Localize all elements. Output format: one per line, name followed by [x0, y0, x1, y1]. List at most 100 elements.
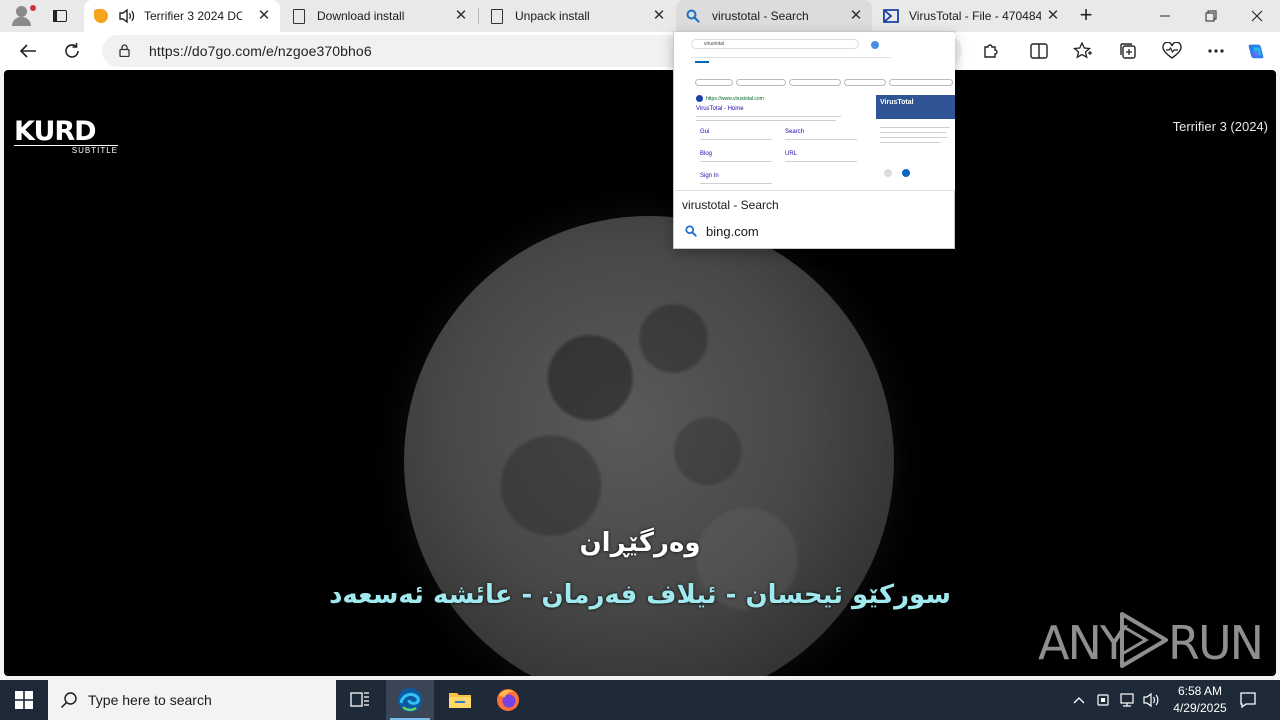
- thumb-text-line: [700, 139, 772, 140]
- restore-button[interactable]: [1188, 0, 1234, 32]
- thumb-text-line: [785, 139, 857, 140]
- tab-download-install[interactable]: Download install ✕: [281, 0, 477, 32]
- thumb-result-favicon: [696, 95, 703, 102]
- virustotal-icon: [883, 9, 899, 23]
- thumb-copilot-icon: [871, 41, 879, 49]
- minimize-button[interactable]: [1142, 0, 1188, 32]
- new-tab-button[interactable]: +: [1076, 4, 1096, 26]
- windows-logo-icon: [15, 691, 33, 709]
- thumb-text-line: [700, 161, 772, 162]
- preview-thumbnail: virustotal https://www.virustotal.com Vi…: [675, 33, 955, 191]
- extensions-button[interactable]: [981, 41, 1001, 61]
- video-player[interactable]: KURD SUBTITLE Terrifier 3 (2024) وەرگێڕا…: [4, 70, 1276, 676]
- navigation-bar: https://do7go.com/e/nzgoe370bho6: [0, 32, 1280, 70]
- thumb-sublink: Sign In: [700, 173, 719, 179]
- task-view-button[interactable]: [336, 680, 384, 720]
- heart-pulse-icon: [1162, 42, 1182, 59]
- taskbar-search-placeholder: Type here to search: [88, 692, 212, 708]
- thumb-text-line: [696, 116, 841, 117]
- taskbar-clock[interactable]: 6:58 AM 4/29/2025: [1160, 683, 1240, 717]
- watermark-run: RUN: [1168, 616, 1264, 670]
- tab-actions-icon[interactable]: [50, 6, 70, 26]
- preview-domain: bing.com: [706, 224, 759, 239]
- thumb-chip: [844, 79, 886, 86]
- thumb-text-line: [785, 161, 857, 162]
- taskbar-firefox-button[interactable]: [484, 680, 532, 720]
- thumb-active-tab: [695, 61, 709, 63]
- refresh-icon: [65, 43, 79, 58]
- browser-essentials-button[interactable]: [1162, 41, 1182, 61]
- thumb-result-title: VirusTotal - Home: [696, 106, 744, 112]
- back-button[interactable]: [16, 39, 40, 63]
- more-dots-icon: [1208, 49, 1224, 53]
- tray-network-button[interactable]: [1116, 680, 1138, 720]
- thumb-text-line: [696, 120, 836, 121]
- tab-title: Unpack install: [515, 9, 590, 23]
- watermark-any: ANY: [1038, 616, 1128, 670]
- profile-avatar-icon[interactable]: [8, 4, 36, 28]
- back-arrow-icon: [19, 44, 36, 58]
- tab-unpack-install[interactable]: Unpack install ✕: [479, 0, 675, 32]
- url-text[interactable]: https://do7go.com/e/nzgoe370bho6: [149, 43, 372, 59]
- tab-close-icon[interactable]: ✕: [256, 8, 272, 24]
- tab-strip: Terrifier 3 2024 DCP ✕ Download install …: [0, 0, 1280, 32]
- thumb-sublink: Blog: [700, 151, 713, 157]
- tab-title: virustotal - Search: [712, 9, 809, 23]
- tray-device-button[interactable]: [1092, 680, 1114, 720]
- restore-icon: [1205, 10, 1217, 22]
- tab-close-icon[interactable]: ✕: [453, 8, 469, 24]
- speaker-icon[interactable]: [118, 8, 136, 24]
- taskbar: Type here to search 6:58 AM 4/29/2025: [0, 680, 1280, 720]
- split-screen-icon: [1030, 43, 1048, 59]
- split-screen-button[interactable]: [1029, 41, 1049, 61]
- thumb-side-header: VirusTotal: [876, 95, 955, 119]
- thumb-sublink: Gui: [700, 129, 710, 135]
- tab-virustotal-file[interactable]: VirusTotal - File - 4704840 ✕: [873, 0, 1069, 32]
- puzzle-icon: [984, 44, 998, 58]
- clock-time: 6:58 AM: [1177, 684, 1223, 698]
- start-button[interactable]: [0, 680, 48, 720]
- tab-terrifier[interactable]: Terrifier 3 2024 DCP ✕: [84, 0, 280, 32]
- tab-title: VirusTotal - File - 4704840: [909, 9, 1041, 23]
- orange-tag-icon: [94, 9, 108, 23]
- thumb-text-line: [700, 183, 772, 184]
- thumb-sublink: URL: [785, 151, 798, 157]
- collections-button[interactable]: [1118, 41, 1138, 61]
- taskbar-file-explorer-button[interactable]: [436, 680, 484, 720]
- search-icon: [685, 225, 697, 237]
- tab-virustotal-search[interactable]: virustotal - Search ✕: [676, 0, 872, 32]
- tab-close-icon[interactable]: ✕: [848, 8, 864, 24]
- copilot-button[interactable]: [1246, 41, 1266, 61]
- thumb-divider: [691, 57, 891, 58]
- show-hidden-icons-button[interactable]: [1068, 680, 1090, 720]
- tray-volume-button[interactable]: [1140, 680, 1162, 720]
- search-icon: [60, 692, 77, 709]
- taskbar-edge-button[interactable]: [386, 680, 434, 720]
- thumb-result-url: https://www.virustotal.com: [706, 96, 764, 102]
- tab-close-icon[interactable]: ✕: [1045, 8, 1061, 24]
- clock-date: 4/29/2025: [1173, 701, 1227, 715]
- thumb-chip: [695, 79, 733, 86]
- close-window-button[interactable]: [1234, 0, 1280, 32]
- volume-icon: [1143, 692, 1159, 708]
- tab-hover-preview[interactable]: virustotal https://www.virustotal.com Vi…: [673, 31, 955, 249]
- notifications-button[interactable]: [1234, 680, 1262, 720]
- refresh-button[interactable]: [60, 39, 84, 63]
- settings-menu-button[interactable]: [1206, 41, 1226, 61]
- document-icon: [491, 8, 503, 24]
- thumb-chip: [736, 79, 786, 86]
- network-icon: [1120, 693, 1134, 707]
- favorites-button[interactable]: [1073, 41, 1093, 61]
- thumb-wikipedia-icon: [884, 169, 892, 177]
- anyrun-watermark: ANY RUN: [1038, 608, 1264, 672]
- thumb-side-title: VirusTotal: [880, 99, 914, 106]
- collections-icon: [1120, 43, 1136, 59]
- tab-close-icon[interactable]: ✕: [651, 8, 667, 24]
- taskbar-search-box[interactable]: Type here to search: [48, 680, 336, 720]
- thumb-text-line: [880, 127, 950, 128]
- thumb-chip: [789, 79, 841, 86]
- lock-icon[interactable]: [119, 44, 130, 57]
- minimize-icon: [1160, 15, 1170, 17]
- thumb-sublink: Search: [785, 129, 805, 135]
- notification-icon: [1240, 692, 1256, 709]
